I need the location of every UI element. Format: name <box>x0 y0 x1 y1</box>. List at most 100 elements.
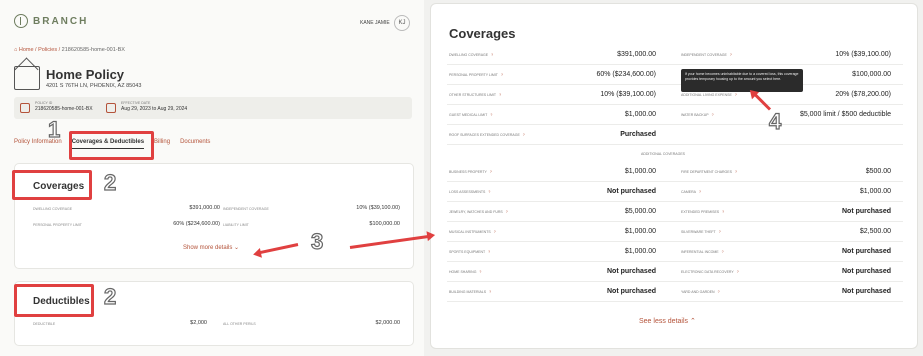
breadcrumb: ⌂ Home / Policies / 218620585-home-001-B… <box>14 47 125 53</box>
coverage-label: MUSICAL INSTRUMENTS? <box>449 230 496 234</box>
coverage-label: SPORTS EQUIPMENT? <box>449 250 491 254</box>
coverage-row-value: 10% ($39,100.00) <box>356 205 400 211</box>
coverage-row-value: $391,000.00 <box>189 205 220 211</box>
help-icon[interactable]: ? <box>722 210 724 214</box>
deductible-row-label: DEDUCTIBLE <box>33 322 56 326</box>
coverage-row-label: LIABILITY LIMIT <box>223 223 249 227</box>
row-divider <box>447 241 903 242</box>
row-divider <box>447 124 903 125</box>
help-icon[interactable]: ? <box>737 270 739 274</box>
help-icon[interactable]: ? <box>730 53 732 57</box>
help-icon[interactable]: ? <box>488 250 490 254</box>
coverage-row-value: $100,000.00 <box>369 221 400 227</box>
coverage-value: Not purchased <box>841 288 891 295</box>
help-icon[interactable]: ? <box>488 190 490 194</box>
coverages-detail-panel: Coverages DWELLING COVERAGE? $391,000.00 I… <box>430 3 918 349</box>
help-icon[interactable]: ? <box>490 113 492 117</box>
tab-billing[interactable]: Billing <box>154 139 170 149</box>
row-divider <box>447 301 903 302</box>
coverage-value: Not purchased <box>606 288 656 295</box>
coverage-value: 60% ($234,600.00) <box>596 71 656 78</box>
coverage-value: $1,000.00 <box>859 188 891 195</box>
help-icon[interactable]: ? <box>712 113 714 117</box>
chevron-up-icon: ⌃ <box>689 318 696 325</box>
deductible-row-value: $2,000 <box>190 320 207 326</box>
help-icon[interactable]: ? <box>735 93 737 97</box>
coverage-label: PERSONAL PROPERTY LIMIT? <box>449 73 503 77</box>
row-divider <box>447 64 903 65</box>
breadcrumb-current: 218620585-home-001-BX <box>61 47 125 53</box>
deductible-row-value: $2,000.00 <box>375 320 400 326</box>
annotation-number-1: 1 <box>47 116 61 142</box>
coverage-label: OTHER STRUCTURES LIMIT? <box>449 93 502 97</box>
effective-date-value: Aug 29, 2023 to Aug 29, 2024 <box>121 106 188 112</box>
user-name: KANE JAMIE <box>360 20 390 26</box>
coverage-label: CAMERA? <box>681 190 701 194</box>
coverage-value: $391,000.00 <box>617 51 656 58</box>
annotation-number-2: 2 <box>103 169 117 195</box>
coverage-value: $1,000.00 <box>624 168 656 175</box>
coverage-label: JEWELRY, WATCHES AND FURS? <box>449 210 508 214</box>
help-icon[interactable]: ? <box>491 53 493 57</box>
coverage-label: HOME SHARING? <box>449 270 482 274</box>
coverage-label: FIRE DEPARTMENT CHARGES? <box>681 170 737 174</box>
effective-date-block: EFFECTIVE DATE Aug 29, 2023 to Aug 29, 2… <box>106 101 187 113</box>
coverage-row-label: DWELLING COVERAGE <box>33 207 73 211</box>
policy-id-value: 218620585-home-001-BX <box>35 106 93 112</box>
coverage-label: ELECTRONIC DATA RECOVERY? <box>681 270 739 274</box>
row-divider <box>447 181 903 182</box>
branch-logo-icon <box>14 14 28 28</box>
row-divider <box>447 261 903 262</box>
annotation-number-4: 4 <box>768 108 782 134</box>
coverage-value: Purchased <box>620 131 656 138</box>
tab-documents[interactable]: Documents <box>180 139 210 149</box>
coverage-value: $500.00 <box>865 168 891 175</box>
help-icon[interactable]: ? <box>490 170 492 174</box>
coverage-label: GUEST MEDICAL LIMIT? <box>449 113 493 117</box>
help-icon[interactable]: ? <box>501 73 503 77</box>
effective-date-label: EFFECTIVE DATE <box>121 101 151 105</box>
help-icon[interactable]: ? <box>494 230 496 234</box>
coverage-label: DWELLING COVERAGE? <box>449 53 494 57</box>
page-title: Home Policy <box>46 67 125 82</box>
help-icon[interactable]: ? <box>718 290 720 294</box>
coverage-label: YARD AND GARDEN? <box>681 290 720 294</box>
annotation-number-2b: 2 <box>103 283 117 309</box>
coverage-value: Not purchased <box>606 188 656 195</box>
help-icon[interactable]: ? <box>719 230 721 234</box>
coverage-value: Not purchased <box>841 248 891 255</box>
avatar[interactable]: KJ <box>394 15 410 31</box>
policy-meta-bar: POLICY ID 218620585-home-001-BX EFFECTIV… <box>14 97 412 119</box>
coverage-value: Not purchased <box>606 268 656 275</box>
coverage-row-label: INDEPENDENT COVERAGE <box>223 207 269 211</box>
annotation-box-deductibles <box>14 284 94 317</box>
row-divider <box>447 104 903 105</box>
coverages-detail-title: Coverages <box>449 26 516 41</box>
coverage-value: Not purchased <box>841 268 891 275</box>
additional-coverages-label: ADDITIONAL COVERAGES <box>641 152 686 156</box>
breadcrumb-policies[interactable]: Policies <box>38 47 57 53</box>
help-icon[interactable]: ? <box>506 210 508 214</box>
help-icon[interactable]: ? <box>735 170 737 174</box>
annotation-box-tab <box>69 131 154 160</box>
breadcrumb-home[interactable]: Home <box>19 47 34 53</box>
brand-logo[interactable]: BRANCH <box>14 14 88 28</box>
help-icon[interactable]: ? <box>722 250 724 254</box>
help-icon[interactable]: ? <box>479 270 481 274</box>
house-icon <box>14 66 40 90</box>
coverage-value: 20% ($78,200.00) <box>835 91 891 98</box>
coverage-label: ADDITIONAL LIVING EXPENSE? <box>681 93 737 97</box>
see-less-details-link[interactable]: See less details ⌃ <box>639 317 696 325</box>
row-divider <box>447 84 903 85</box>
policy-id-block: POLICY ID 218620585-home-001-BX <box>20 101 93 113</box>
show-more-details-link[interactable]: Show more details ⌄ <box>183 244 239 251</box>
help-icon[interactable]: ? <box>499 93 501 97</box>
coverage-value: $2,500.00 <box>859 228 891 235</box>
help-icon[interactable]: ? <box>699 190 701 194</box>
id-card-icon <box>20 103 30 113</box>
deductible-row-label: ALL OTHER PERILS <box>223 322 256 326</box>
annotation-number-3: 3 <box>310 228 324 254</box>
help-icon[interactable]: ? <box>489 290 491 294</box>
coverage-label: ROOF SURFACES EXTENDED COVERAGE? <box>449 133 525 137</box>
help-icon[interactable]: ? <box>523 133 525 137</box>
